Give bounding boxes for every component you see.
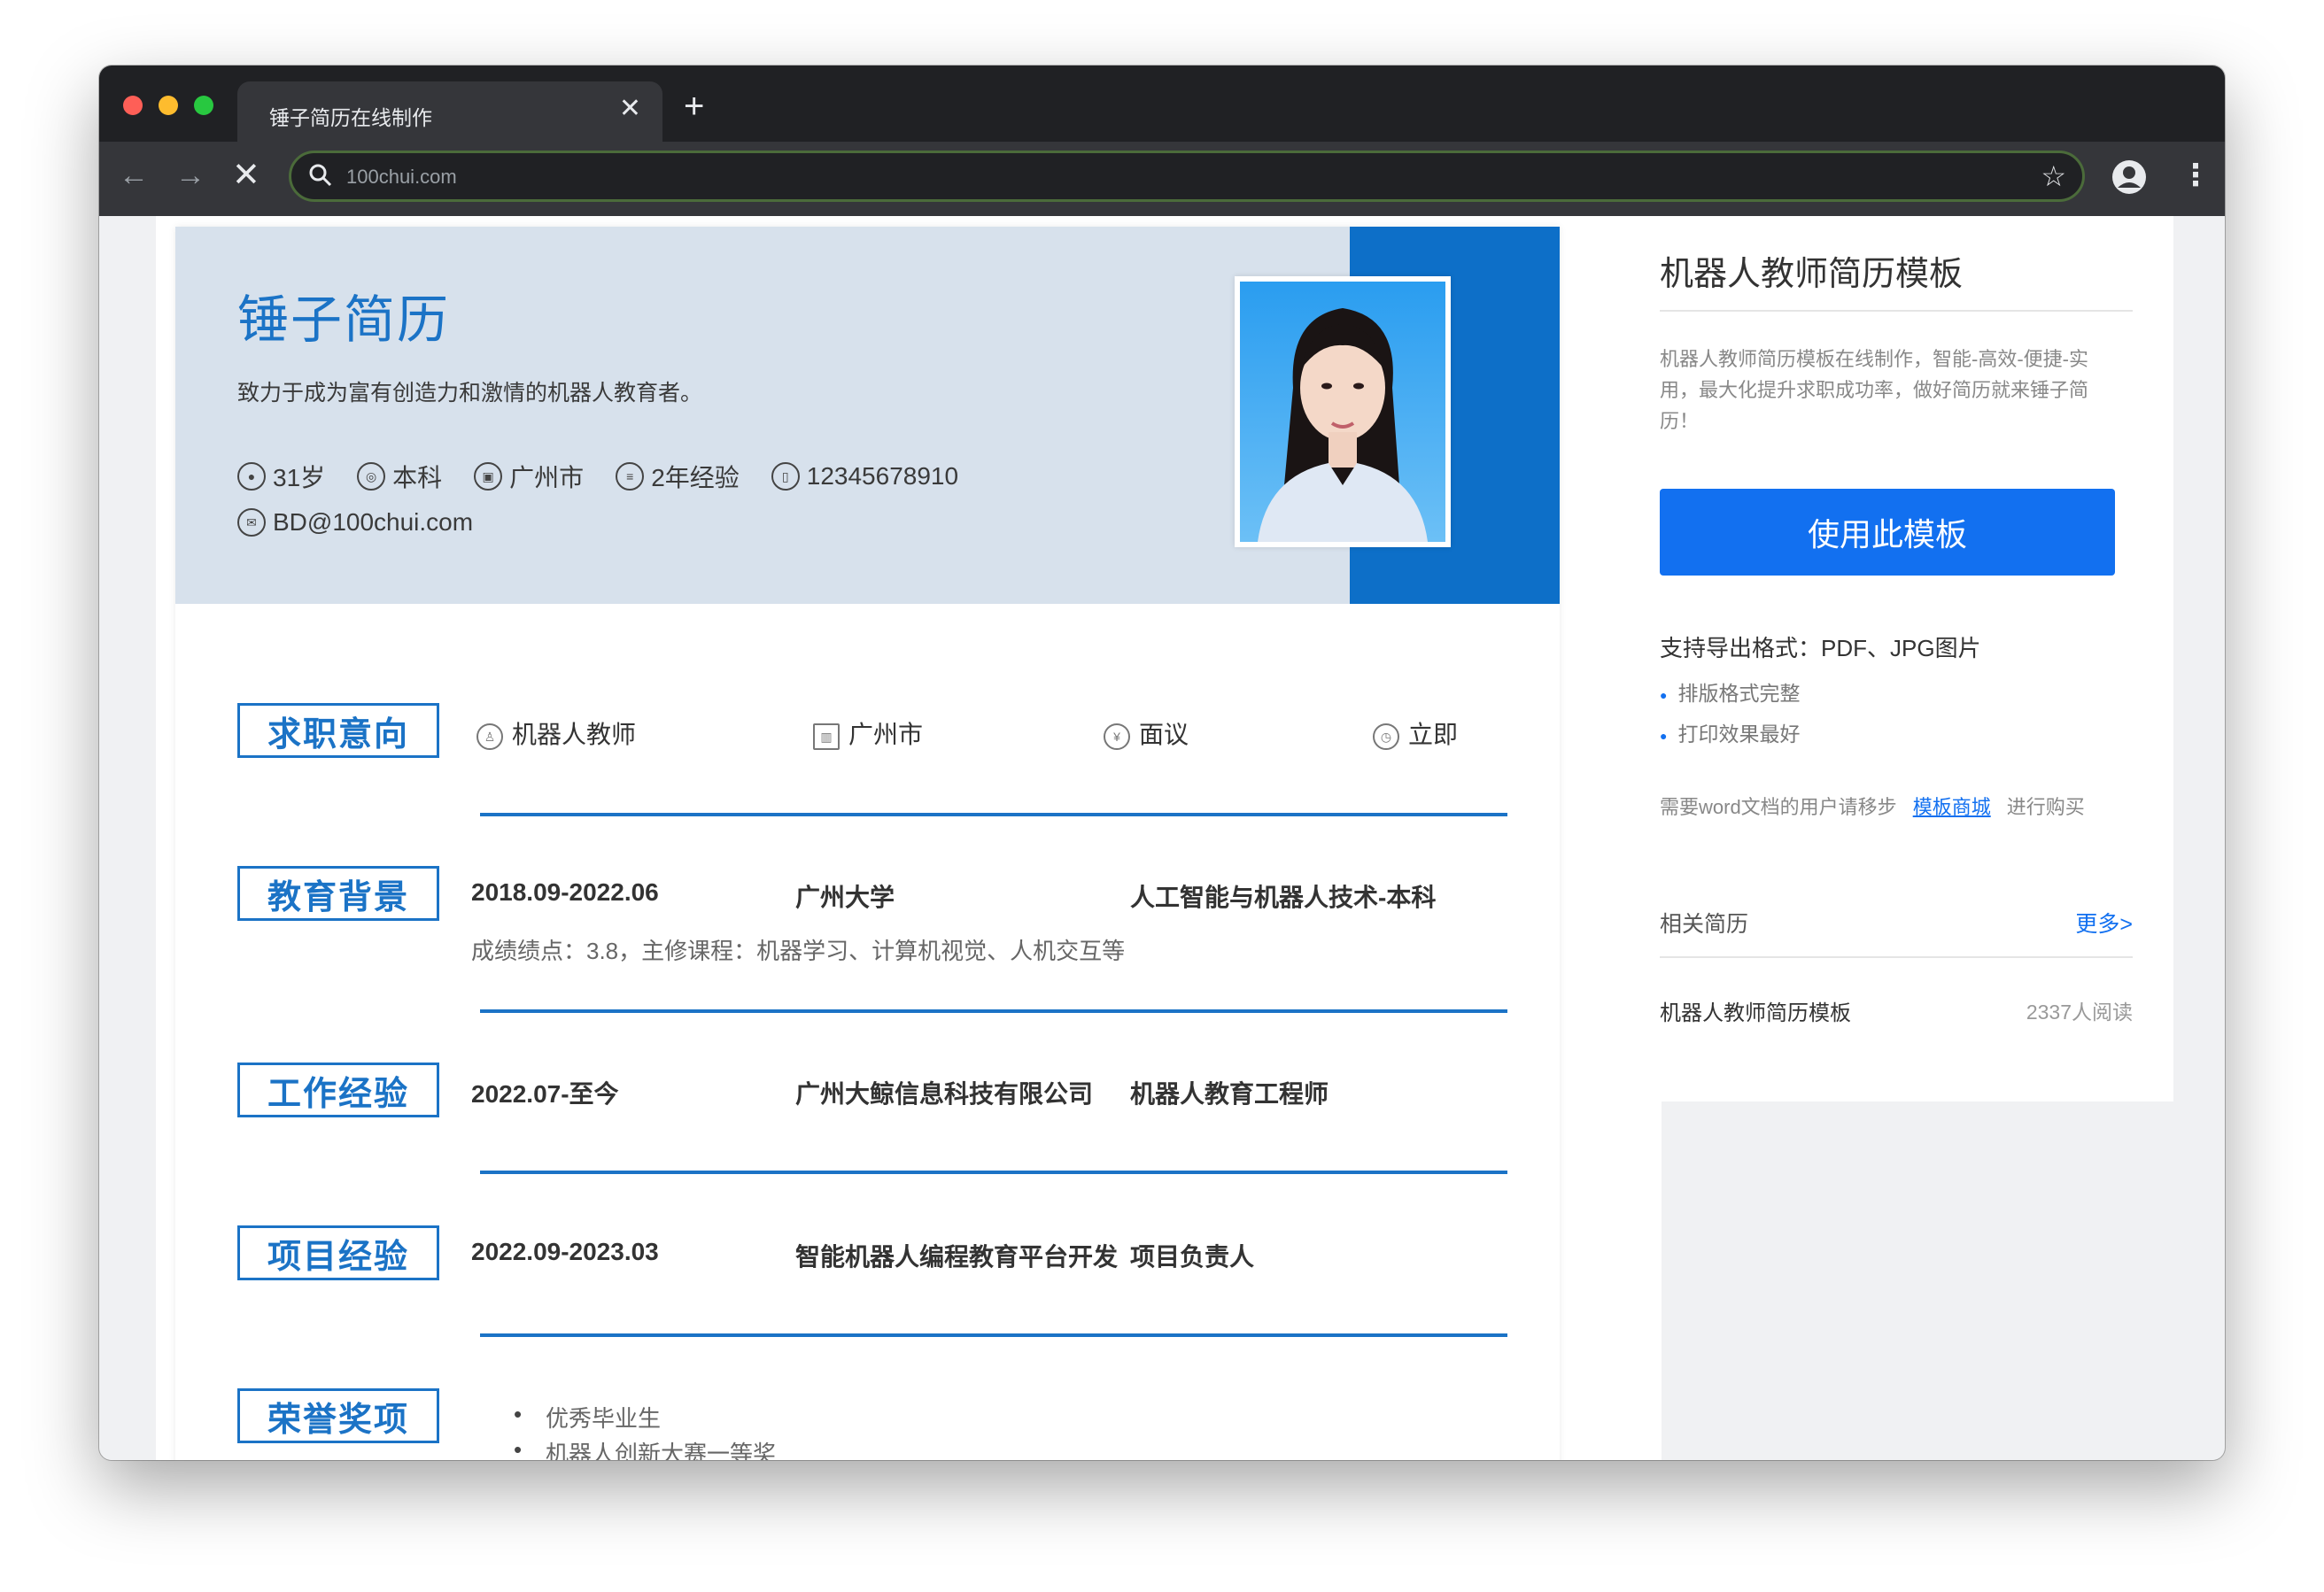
section-title-education: 教育背景 bbox=[237, 866, 439, 921]
intent-position-text: 机器人教师 bbox=[512, 721, 637, 748]
related-resume-link[interactable]: 机器人教师简历模板 bbox=[1660, 995, 1851, 1026]
address-bar[interactable]: 100chui.com ☆ bbox=[289, 151, 2085, 202]
divider bbox=[1660, 956, 2133, 958]
browser-menu-icon[interactable]: ⋮ bbox=[2181, 156, 2211, 195]
phone-icon: ▯ bbox=[771, 462, 800, 491]
section-divider bbox=[480, 1009, 1507, 1013]
more-link[interactable]: 更多> bbox=[2075, 907, 2133, 939]
new-tab-button[interactable]: + bbox=[684, 89, 704, 124]
browser-tab[interactable]: 锤子简历在线制作 ✕ bbox=[237, 81, 662, 142]
info-phone: ▯ 12345678910 bbox=[771, 462, 958, 491]
project-name: 智能机器人编程教育平台开发 bbox=[795, 1243, 1119, 1271]
info-phone-text: 12345678910 bbox=[806, 462, 959, 490]
section-title-honors: 荣誉奖项 bbox=[237, 1388, 439, 1443]
template-title: 机器人教师简历模板 bbox=[1660, 256, 1964, 293]
education-major: 人工智能与机器人技术-本科 bbox=[1130, 884, 1437, 911]
page-viewport: 锤子简历 致力于成为富有创造力和激情的机器人教育者。 ● 31岁 ◎ 本科 ▣ … bbox=[103, 216, 2221, 1460]
divider bbox=[1660, 310, 2133, 312]
related-resumes-label: 相关简历 bbox=[1660, 912, 1749, 937]
info-location-text: 广州市 bbox=[509, 464, 585, 491]
url-text[interactable]: 100chui.com bbox=[346, 166, 457, 189]
age-icon: ● bbox=[237, 462, 266, 491]
work-period: 2022.07-至今 bbox=[471, 1080, 619, 1108]
clock-icon: ◷ bbox=[1373, 723, 1399, 750]
forward-button[interactable]: → bbox=[175, 158, 205, 193]
honor-item: 优秀毕业生 bbox=[514, 1401, 661, 1434]
education-period: 2018.09-2022.06 bbox=[471, 878, 659, 906]
location-icon: ▣ bbox=[474, 462, 503, 491]
template-store-link[interactable]: 模板商城 bbox=[1913, 796, 1991, 818]
browser-window: 锤子简历在线制作 ✕ + ← → ✕ 100chui.com ☆ ⋮ 锤子简历 … bbox=[99, 66, 2225, 1460]
use-template-button[interactable]: 使用此模板 bbox=[1660, 489, 2115, 576]
bookmark-star-icon[interactable]: ☆ bbox=[2041, 160, 2066, 192]
info-age: ● 31岁 bbox=[237, 459, 325, 494]
section-divider bbox=[480, 1333, 1507, 1337]
intent-salary-text: 面议 bbox=[1139, 721, 1189, 748]
project-role: 项目负责人 bbox=[1130, 1243, 1255, 1271]
building-icon: ▥ bbox=[813, 723, 840, 750]
feature-item: 排版格式完整 bbox=[1660, 676, 1800, 707]
resume-motto: 致力于成为富有创造力和激情的机器人教育者。 bbox=[237, 381, 703, 406]
resume-name: 锤子简历 bbox=[237, 291, 451, 349]
profile-photo bbox=[1235, 276, 1451, 547]
intent-availability: ◷ 立即 bbox=[1373, 715, 1458, 751]
education-school: 广州大学 bbox=[795, 884, 895, 911]
word-notice: 需要word文档的用户请移步 模板商城 进行购买 bbox=[1660, 792, 2085, 820]
word-notice-suffix: 进行购买 bbox=[2006, 796, 2085, 818]
back-button[interactable]: ← bbox=[119, 158, 149, 193]
info-experience-text: 2年经验 bbox=[651, 464, 740, 491]
feature-item: 打印效果最好 bbox=[1660, 717, 1800, 747]
email-row: ✉ BD@100chui.com bbox=[237, 508, 505, 537]
work-role: 机器人教育工程师 bbox=[1130, 1080, 1329, 1108]
info-experience: ≡ 2年经验 bbox=[616, 459, 740, 494]
info-email-text: BD@100chui.com bbox=[273, 508, 474, 536]
template-description: 机器人教师简历模板在线制作，智能-高效-便捷-实用，最大化提升求职成功率，做好简… bbox=[1660, 348, 2089, 432]
template-sidebar: 机器人教师简历模板 机器人教师简历模板在线制作，智能-高效-便捷-实用，最大化提… bbox=[1617, 216, 2173, 1101]
maximize-window-button[interactable] bbox=[194, 96, 213, 115]
word-notice-prefix: 需要word文档的用户请移步 bbox=[1660, 796, 1897, 818]
info-degree-text: 本科 bbox=[392, 464, 443, 491]
intent-availability-text: 立即 bbox=[1408, 721, 1459, 748]
profile-avatar-icon[interactable] bbox=[2111, 159, 2147, 195]
info-location: ▣ 广州市 bbox=[474, 459, 584, 494]
intent-city: ▥ 广州市 bbox=[813, 715, 923, 751]
related-resume-reads: 2337人阅读 bbox=[2026, 1001, 2133, 1024]
section-divider bbox=[480, 813, 1507, 816]
resume-preview: 锤子简历 致力于成为富有创造力和激情的机器人教育者。 ● 31岁 ◎ 本科 ▣ … bbox=[175, 227, 1560, 1460]
honor-item: 机器人创新大赛一等奖 bbox=[514, 1436, 776, 1460]
title-bar: 锤子简历在线制作 ✕ + bbox=[99, 66, 2225, 142]
search-icon bbox=[309, 164, 332, 187]
section-title-work: 工作经验 bbox=[237, 1063, 439, 1117]
intent-position: ♙ 机器人教师 bbox=[476, 715, 636, 751]
info-email: ✉ BD@100chui.com bbox=[237, 508, 473, 537]
intent-salary: ¥ 面议 bbox=[1104, 715, 1189, 751]
minimize-window-button[interactable] bbox=[159, 96, 178, 115]
degree-icon: ◎ bbox=[357, 462, 386, 491]
tie-icon: ♙ bbox=[476, 723, 503, 750]
personal-info-row: ● 31岁 ◎ 本科 ▣ 广州市 ≡ 2年经验 ▯ 12345678910 bbox=[237, 459, 990, 494]
section-title-project: 项目经验 bbox=[237, 1225, 439, 1280]
portrait-image bbox=[1240, 282, 1445, 542]
section-title-intent: 求职意向 bbox=[237, 703, 439, 758]
project-period: 2022.09-2023.03 bbox=[471, 1238, 659, 1265]
experience-icon: ≡ bbox=[616, 462, 645, 491]
info-age-text: 31岁 bbox=[273, 464, 326, 491]
education-detail: 成绩绩点：3.8，主修课程：机器学习、计算机视觉、人机交互等 bbox=[471, 938, 1126, 964]
browser-toolbar: ← → ✕ 100chui.com ☆ ⋮ bbox=[99, 142, 2225, 216]
work-company: 广州大鲸信息科技有限公司 bbox=[795, 1080, 1094, 1108]
close-window-button[interactable] bbox=[123, 96, 143, 115]
stop-loading-button[interactable]: ✕ bbox=[232, 158, 260, 193]
export-formats: 支持导出格式：PDF、JPG图片 bbox=[1660, 635, 1981, 661]
resume-header: 锤子简历 致力于成为富有创造力和激情的机器人教育者。 ● 31岁 ◎ 本科 ▣ … bbox=[175, 227, 1560, 604]
intent-city-text: 广州市 bbox=[848, 721, 924, 748]
tab-close-icon[interactable]: ✕ bbox=[619, 96, 641, 122]
info-degree: ◎ 本科 bbox=[357, 459, 442, 494]
tab-title: 锤子简历在线制作 bbox=[269, 106, 432, 129]
yen-icon: ¥ bbox=[1104, 723, 1130, 750]
email-icon: ✉ bbox=[237, 508, 266, 537]
section-divider bbox=[480, 1171, 1507, 1174]
